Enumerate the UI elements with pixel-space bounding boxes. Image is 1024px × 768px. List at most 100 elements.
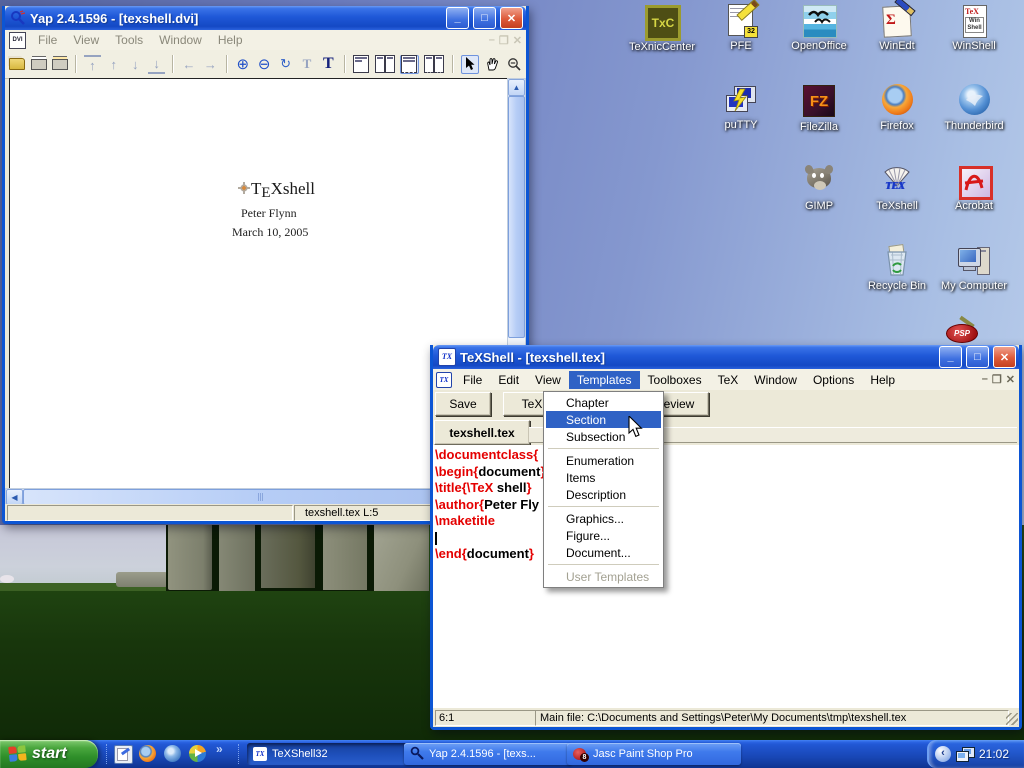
editor-area[interactable]: \documentclass{ \begin{document} \title{… — [433, 445, 1019, 708]
taskbar-button-yap[interactable]: Yap 2.4.1596 - [texs... — [404, 743, 572, 765]
first-page-icon[interactable]: ↑ — [84, 55, 100, 74]
tray-clock[interactable]: 21:02 — [979, 747, 1009, 761]
text-icon[interactable]: T — [320, 56, 336, 73]
yap-titlebar[interactable]: Yap 2.4.1596 - [texshell.dvi] _ □ ✕ — [5, 6, 526, 30]
texshell-mdi-close[interactable]: ✕ — [1006, 373, 1015, 386]
desktop-icon-filezilla[interactable]: FZ FileZilla — [779, 83, 859, 133]
yap-menu-file[interactable]: File — [30, 31, 65, 49]
desktop-icon-my-computer[interactable]: My Computer — [934, 244, 1014, 292]
menu-item-document[interactable]: Document... — [546, 544, 661, 561]
desktop-icon-recycle-bin[interactable]: Recycle Bin — [857, 244, 937, 292]
menu-item-description[interactable]: Description — [546, 486, 661, 503]
desktop-icon-texshell[interactable]: TEX TeXshell — [857, 164, 937, 212]
show-desktop-icon[interactable] — [114, 745, 133, 764]
continuous-view-icon[interactable] — [400, 55, 418, 74]
forward-icon[interactable]: → — [202, 56, 218, 73]
texshell-menu-help[interactable]: Help — [862, 371, 903, 389]
yap-close-button[interactable]: ✕ — [500, 7, 523, 29]
texshell-menu-window[interactable]: Window — [746, 371, 805, 389]
save-button[interactable]: Save — [435, 392, 491, 416]
menu-item-user-templates[interactable]: User Templates — [546, 568, 661, 585]
start-button[interactable]: start — [0, 740, 98, 768]
select-tool-icon[interactable] — [461, 55, 479, 74]
next-page-icon[interactable]: ↓ — [127, 56, 143, 73]
dvi-doc-date: March 10, 2005 — [232, 225, 308, 240]
menu-item-graphics[interactable]: Graphics... — [546, 510, 661, 527]
yap-menu-window[interactable]: Window — [151, 31, 210, 49]
desktop-icon-firefox[interactable]: Firefox — [857, 83, 937, 132]
texshell-menu-edit[interactable]: Edit — [490, 371, 527, 389]
last-page-icon[interactable]: ↓ — [148, 55, 164, 74]
desktop-icon-texniccenter[interactable]: TxC TeXnicCenter — [622, 4, 702, 53]
prev-page-icon[interactable]: ↑ — [106, 56, 122, 73]
taskbar-button-psp[interactable]: 8 Jasc Paint Shop Pro — [567, 743, 741, 765]
texshell-mdi-restore[interactable]: ❐ — [992, 373, 1002, 386]
texshell-menu-toolboxes[interactable]: Toolboxes — [640, 371, 710, 389]
texshell-mdi-minimize[interactable]: – — [982, 373, 988, 386]
quicklaunch-overflow-chevron[interactable]: » — [216, 742, 223, 756]
texshell-maximize-button[interactable]: □ — [966, 346, 989, 368]
texshell-menu-options[interactable]: Options — [805, 371, 862, 389]
yap-menu-view[interactable]: View — [65, 31, 107, 49]
texshell-menu-templates[interactable]: Templates — [569, 371, 640, 389]
network-tray-icon[interactable] — [956, 746, 974, 762]
menu-item-chapter[interactable]: Chapter — [546, 394, 661, 411]
scroll-up-arrow[interactable]: ▲ — [508, 79, 525, 96]
desktop-icon-thunderbird[interactable]: Thunderbird — [934, 83, 1014, 132]
continuous-facing-view-icon[interactable] — [424, 56, 445, 73]
texshell-task-icon: TX — [253, 747, 267, 761]
ruler-icon[interactable]: T — [299, 56, 315, 73]
desktop: TxC TeXnicCenter 32 PFE OpenOffice Σ Win… — [0, 0, 1024, 768]
texshell-minimize-button[interactable]: _ — [939, 346, 962, 368]
texshell-close-button[interactable]: ✕ — [993, 346, 1016, 368]
menu-item-enumeration[interactable]: Enumeration — [546, 452, 661, 469]
desktop-icon-putty[interactable]: puTTY — [701, 83, 781, 131]
texshell-window: TX TeXShell - [texshell.tex] _ □ ✕ TX Fi… — [430, 345, 1022, 730]
open-icon[interactable] — [9, 56, 25, 73]
my-computer-icon — [957, 244, 991, 278]
desktop-icon-acrobat[interactable]: Acrobat — [934, 164, 1014, 212]
yap-mdi-minimize[interactable]: – — [489, 34, 495, 47]
desktop-icon-winshell[interactable]: TeX WinShell WinShell — [934, 4, 1014, 52]
facing-pages-view-icon[interactable] — [374, 56, 395, 73]
scroll-thumb[interactable] — [508, 96, 525, 338]
back-icon[interactable]: ← — [181, 56, 197, 73]
resize-grip[interactable] — [1006, 713, 1018, 725]
stones-backdrop — [166, 525, 429, 591]
media-player-quicklaunch-icon[interactable] — [189, 745, 206, 762]
thunderbird-quicklaunch-icon[interactable] — [164, 745, 181, 762]
yap-title: Yap 2.4.1596 - [texshell.dvi] — [30, 11, 442, 26]
yap-menu-help[interactable]: Help — [210, 31, 251, 49]
texshell-menu-view[interactable]: View — [527, 371, 569, 389]
texshell-titlebar[interactable]: TX TeXShell - [texshell.tex] _ □ ✕ — [433, 345, 1019, 369]
texshell-menu-file[interactable]: File — [455, 371, 490, 389]
desktop-icon-openoffice[interactable]: OpenOffice — [779, 4, 859, 52]
texshell-menu-tex[interactable]: TeX — [710, 371, 747, 389]
magnifier-tool-icon[interactable] — [506, 56, 522, 73]
hide-tray-icons-chevron[interactable]: ‹ — [935, 746, 951, 762]
menu-item-items[interactable]: Items — [546, 469, 661, 486]
menu-item-figure[interactable]: Figure... — [546, 527, 661, 544]
scroll-left-arrow[interactable]: ◀ — [6, 489, 23, 505]
zoom-in-icon[interactable]: ⊕ — [235, 56, 251, 73]
psp-desktop-icon[interactable]: PSP — [945, 322, 979, 345]
hscroll-thumb[interactable] — [23, 489, 493, 505]
yap-menu-tools[interactable]: Tools — [107, 31, 151, 49]
desktop-icon-winedt[interactable]: Σ WinEdt — [857, 4, 937, 52]
taskbar-button-texshell32[interactable]: TX TeXShell32 — [247, 743, 409, 765]
desktop-icon-gimp[interactable]: GIMP — [779, 164, 859, 212]
yap-mdi-close[interactable]: ✕ — [513, 34, 522, 47]
firefox-quicklaunch-icon[interactable] — [139, 745, 156, 762]
refresh-icon[interactable]: ↻ — [277, 56, 293, 73]
tab-texshell-tex[interactable]: texshell.tex — [434, 420, 530, 445]
hand-tool-icon[interactable] — [484, 56, 500, 73]
print-range-icon[interactable] — [52, 56, 68, 73]
acrobat-icon — [957, 164, 991, 198]
print-icon[interactable] — [30, 56, 46, 73]
yap-mdi-restore[interactable]: ❐ — [499, 34, 509, 47]
zoom-out-icon[interactable]: ⊖ — [256, 56, 272, 73]
single-page-view-icon[interactable] — [353, 56, 369, 73]
yap-maximize-button[interactable]: □ — [473, 7, 496, 29]
desktop-icon-pfe[interactable]: 32 PFE — [701, 4, 781, 52]
yap-minimize-button[interactable]: _ — [446, 7, 469, 29]
